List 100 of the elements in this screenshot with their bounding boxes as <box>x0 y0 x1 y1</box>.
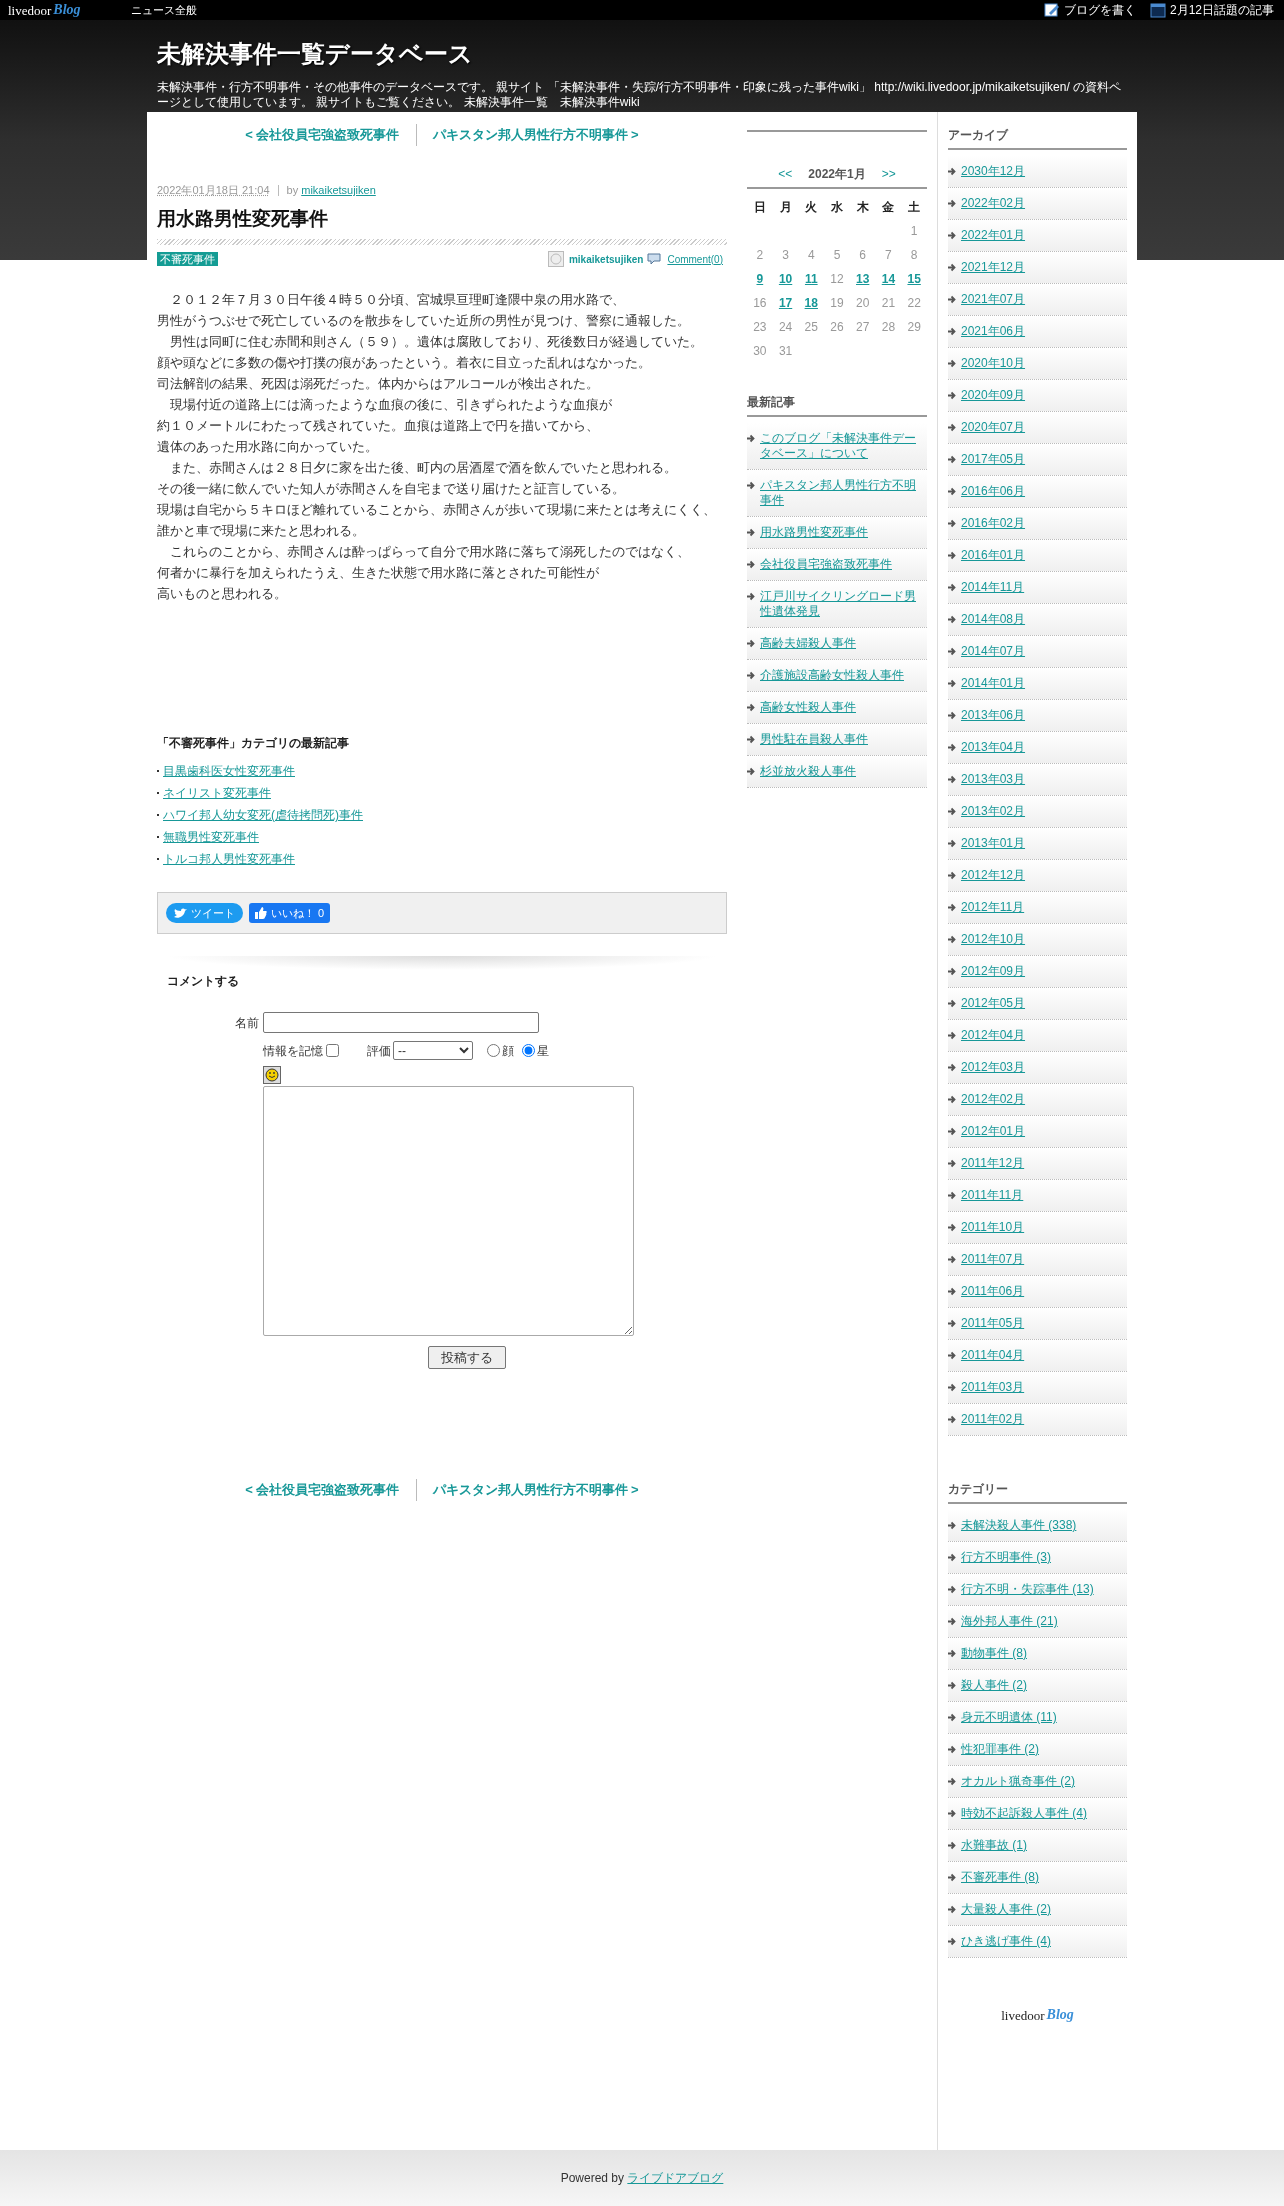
archive-link[interactable]: 2012年12月 <box>961 868 1026 883</box>
archive-link[interactable]: 2014年01月 <box>961 676 1026 691</box>
related-article-link[interactable]: ネイリスト変死事件 <box>163 784 271 802</box>
topics-link[interactable]: 2月12日話題の記事 <box>1169 1 1274 19</box>
archive-link[interactable]: 2016年01月 <box>961 548 1026 563</box>
category-tag[interactable]: 不審死事件 <box>157 252 218 266</box>
archive-link[interactable]: 2030年12月 <box>961 164 1026 179</box>
related-article-link[interactable]: ハワイ邦人幼女変死(虐待拷問死)事件 <box>163 806 363 824</box>
calendar-day: 26 <box>824 315 850 339</box>
arrow-icon <box>948 775 957 784</box>
archive-link[interactable]: 2021年07月 <box>961 292 1026 307</box>
calendar-day-link[interactable]: 10 <box>772 267 799 291</box>
author-name[interactable]: mikaiketsujiken <box>568 251 644 267</box>
blog-title[interactable]: 未解決事件一覧データベース <box>157 36 1127 72</box>
related-heading: 「不審死事件」カテゴリの最新記事 <box>157 735 350 752</box>
calendar-day-link[interactable]: 9 <box>747 267 773 291</box>
previous-article-link[interactable]: < 会社役員宅強盗致死事件 <box>245 125 400 145</box>
calendar-day: 31 <box>772 339 799 363</box>
archive-link[interactable]: 2022年01月 <box>961 228 1026 243</box>
calendar-day: 25 <box>798 315 825 339</box>
next-article-link[interactable]: パキスタン邦人男性行方不明事件 > <box>432 125 639 145</box>
archive-link[interactable]: 2012年11月 <box>961 900 1025 915</box>
arrow-icon <box>948 1521 957 1530</box>
archive-link[interactable]: 2011年04月 <box>961 1348 1025 1363</box>
archive-link[interactable]: 2011年12月 <box>961 1156 1025 1171</box>
archive-link[interactable]: 2021年12月 <box>961 260 1026 275</box>
emoticon-button[interactable] <box>263 1066 281 1084</box>
radio-label: 顔 <box>502 1042 514 1060</box>
tweet-button[interactable]: ツイート <box>166 903 243 923</box>
pen-icon <box>1043 2 1060 18</box>
weekday-label: 火 <box>804 199 819 216</box>
name-field[interactable] <box>263 1012 539 1033</box>
calendar-day-link[interactable]: 14 <box>875 267 902 291</box>
like-button[interactable]: いいね！ 0 <box>249 903 331 923</box>
calendar-day-link[interactable]: 13 <box>849 267 876 291</box>
archive-link[interactable]: 2011年07月 <box>961 1252 1025 1267</box>
archive-link[interactable]: 2011年03月 <box>961 1380 1025 1395</box>
author-link[interactable]: mikaiketsujiken <box>301 184 376 196</box>
archive-link[interactable]: 2011年05月 <box>961 1316 1025 1331</box>
rating-select[interactable]: -- <box>393 1041 473 1060</box>
archive-link[interactable]: 2012年03月 <box>961 1060 1026 1075</box>
archive-link[interactable]: 2012年10月 <box>961 932 1026 947</box>
category-link[interactable]: 動物事件 (8) <box>961 1646 1027 1661</box>
archive-link[interactable]: 2014年11月 <box>961 580 1025 595</box>
arrow-icon <box>948 1649 957 1658</box>
archive-link[interactable]: 2017年05月 <box>961 452 1026 467</box>
archive-link[interactable]: 2020年07月 <box>961 420 1026 435</box>
archive-link[interactable]: 2012年01月 <box>961 1124 1026 1139</box>
archive-link[interactable]: 2012年04月 <box>961 1028 1026 1043</box>
calendar-day-link[interactable]: 15 <box>901 267 927 291</box>
archive-link[interactable]: 2020年10月 <box>961 356 1026 371</box>
archive-link[interactable]: 2011年11月 <box>961 1188 1024 1203</box>
archive-link[interactable]: 2013年01月 <box>961 836 1026 851</box>
blog-logo[interactable]: livedoorBlog <box>8 3 81 17</box>
arrow-icon <box>948 903 957 912</box>
previous-month-link[interactable]: << <box>778 165 793 183</box>
rating-radio[interactable] <box>487 1044 500 1057</box>
archive-link[interactable]: 2013年04月 <box>961 740 1026 755</box>
category-link[interactable]: 殺人事件 (2) <box>961 1678 1027 1693</box>
archive-link[interactable]: 2022年02月 <box>961 196 1026 211</box>
blog-logo[interactable]: livedoorBlog <box>1001 2008 1074 2022</box>
archive-link[interactable]: 2013年03月 <box>961 772 1026 787</box>
related-article-link[interactable]: 無職男性変死事件 <box>163 828 259 846</box>
footer-link[interactable]: ライブドアブログ <box>627 2171 724 2185</box>
news-link[interactable]: ニュース全般 <box>130 1 197 19</box>
calendar-day: 21 <box>875 291 902 315</box>
archive-link[interactable]: 2012年02月 <box>961 1092 1026 1107</box>
comment-link[interactable]: Comment(0) <box>667 251 723 267</box>
write-link[interactable]: ブログを書く <box>1063 1 1136 19</box>
calendar-day-link[interactable]: 17 <box>772 291 799 315</box>
next-article-link[interactable]: パキスタン邦人男性行方不明事件 > <box>432 1480 639 1500</box>
archive-link[interactable]: 2013年06月 <box>961 708 1026 723</box>
article-title[interactable]: 用水路男性変死事件 <box>157 204 727 233</box>
archive-link[interactable]: 2011年10月 <box>961 1220 1025 1235</box>
archive-link[interactable]: 2012年09月 <box>961 964 1026 979</box>
archive-link[interactable]: 2013年02月 <box>961 804 1026 819</box>
next-month-link[interactable]: >> <box>881 165 896 183</box>
submit-button[interactable]: 投稿する <box>428 1346 506 1369</box>
archive-link[interactable]: 2012年05月 <box>961 996 1026 1011</box>
archive-link[interactable]: 2021年06月 <box>961 324 1026 339</box>
calendar-day-link[interactable]: 11 <box>798 267 825 291</box>
archive-link[interactable]: 2020年09月 <box>961 388 1026 403</box>
archive-link[interactable]: 2016年06月 <box>961 484 1026 499</box>
archive-link[interactable]: 2016年02月 <box>961 516 1026 531</box>
related-article-link[interactable]: 目黒歯科医女性変死事件 <box>163 762 295 780</box>
archive-link[interactable]: 2011年06月 <box>961 1284 1025 1299</box>
arrow-icon <box>948 167 957 176</box>
arrow-icon <box>948 199 957 208</box>
weekday-label: 木 <box>855 199 870 216</box>
calendar-day-link[interactable]: 18 <box>798 291 825 315</box>
archive-link[interactable]: 2011年02月 <box>961 1412 1025 1427</box>
related-article-link[interactable]: トルコ邦人男性変死事件 <box>163 850 295 868</box>
previous-article-link[interactable]: < 会社役員宅強盗致死事件 <box>245 1480 400 1500</box>
rating-radio[interactable] <box>522 1044 535 1057</box>
archive-link[interactable]: 2014年08月 <box>961 612 1026 627</box>
category-link[interactable]: 水難事故 (1) <box>961 1838 1027 1853</box>
arrow-icon <box>747 434 756 443</box>
archive-link[interactable]: 2014年07月 <box>961 644 1026 659</box>
remember-checkbox[interactable] <box>326 1044 339 1057</box>
arrow-icon <box>948 1617 957 1626</box>
